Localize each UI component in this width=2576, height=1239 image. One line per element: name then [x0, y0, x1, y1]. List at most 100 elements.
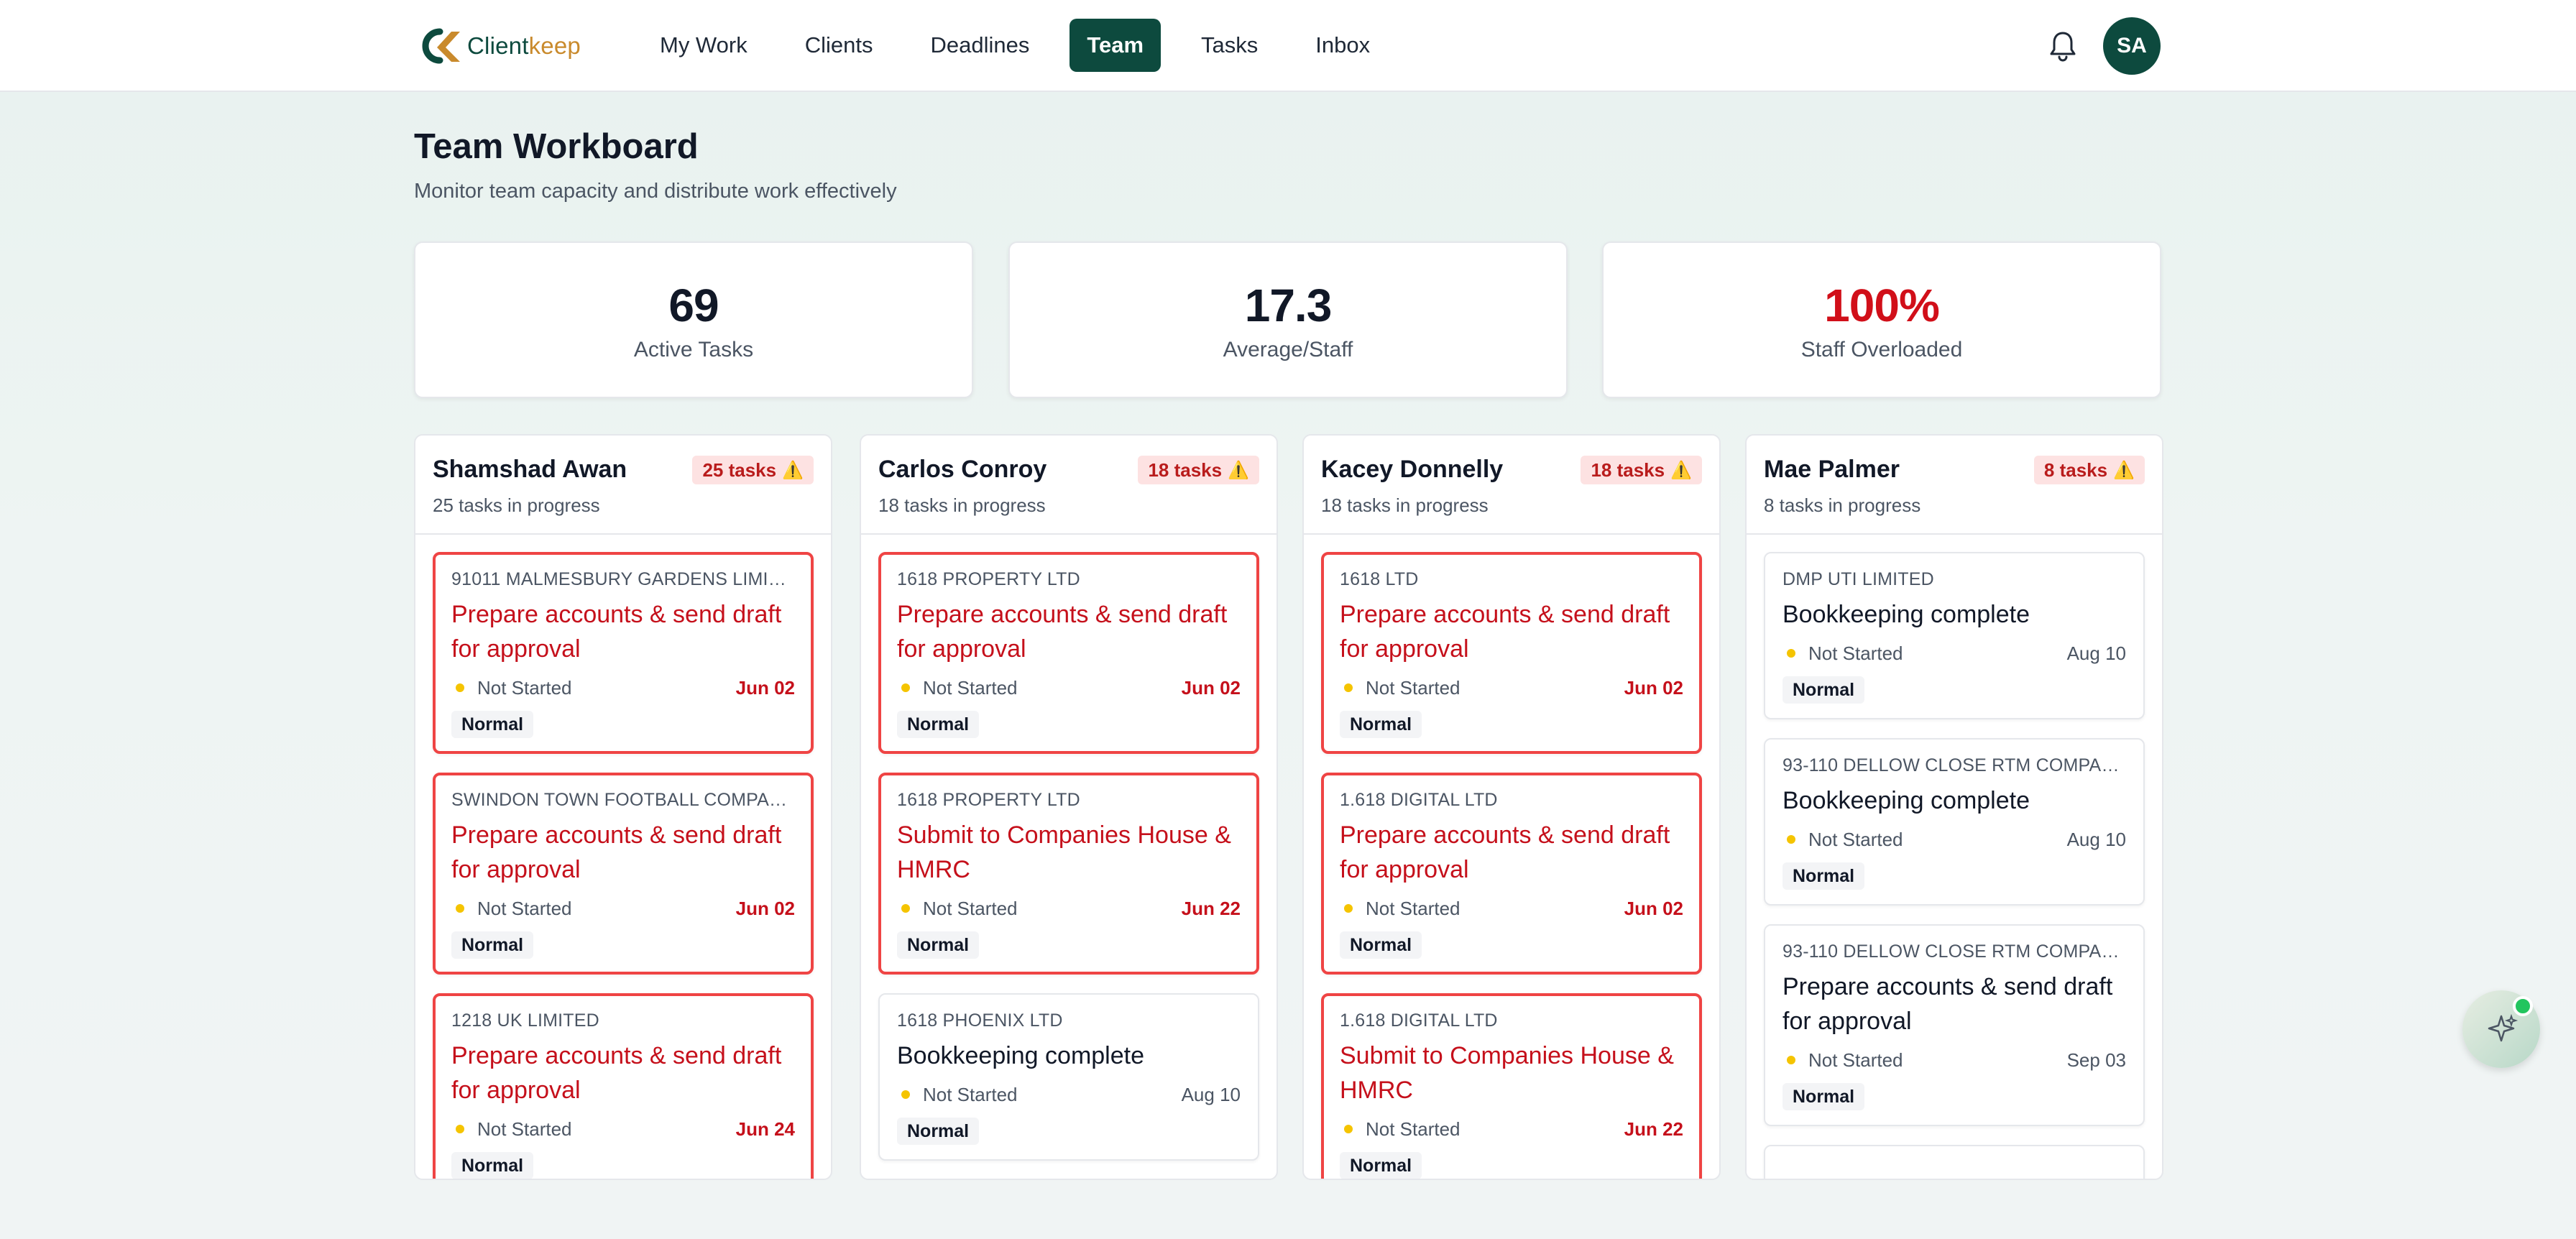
task-status: Not Started — [1366, 897, 1460, 919]
stat-label: Average/Staff — [1223, 338, 1353, 361]
nav-deadlines[interactable]: Deadlines — [913, 19, 1046, 72]
staff-tasks-in-progress: 25 tasks in progress — [433, 494, 600, 516]
task-meta: Not Started Jun 22 — [897, 897, 1241, 920]
task-title: Prepare accounts & send draft for approv… — [1340, 601, 1670, 663]
task-card[interactable]: 93-110 DELLOW CLOSE RTM COMPANY LIMITED … — [1764, 738, 2145, 906]
task-due-date: Sep 03 — [2066, 1049, 2126, 1071]
stat-value: 100% — [1824, 280, 1940, 331]
clientkeep-logo-icon — [422, 28, 460, 64]
task-meta: Not Started Jun 02 — [1340, 897, 1683, 920]
task-meta: Not Started Sep 03 — [1782, 1049, 2126, 1072]
staff-column-header: Shamshad Awan 25 tasks ⚠️ 25 tasks in pro… — [415, 436, 831, 535]
task-meta: Not Started Aug 10 — [897, 1083, 1241, 1106]
task-list: 1618 LTD Prepare accounts & send draft f… — [1304, 535, 1719, 1179]
nav-tasks[interactable]: Tasks — [1184, 19, 1275, 72]
task-client: 1618 PROPERTY LTD — [897, 569, 1080, 589]
task-client: SWINDON TOWN FOOTBALL COMPANY LIMITED — [451, 790, 795, 810]
logo[interactable]: Clientkeep — [415, 26, 581, 66]
task-title: Submit to Companies House & HMRC — [897, 821, 1231, 883]
status-dot-icon — [456, 904, 464, 913]
staff-column: Kacey Donnelly 18 tasks ⚠️ 18 tasks in pr… — [1302, 434, 1721, 1180]
task-status: Not Started — [477, 1118, 572, 1140]
task-priority-badge: Normal — [1782, 676, 1865, 704]
task-status: Not Started — [1808, 642, 1903, 664]
stat-active-tasks: 69 Active Tasks — [414, 241, 973, 398]
task-client: 93-110 DELLOW CLOSE RTM COMPANY LIMITED — [1782, 755, 2126, 775]
status-dot-icon — [1344, 683, 1353, 692]
stat-value: 69 — [668, 280, 719, 331]
task-due-date: Jun 24 — [735, 1118, 795, 1140]
task-due-date: Jun 02 — [1624, 897, 1683, 919]
nav-inbox[interactable]: Inbox — [1298, 19, 1387, 72]
task-status: Not Started — [923, 897, 1018, 919]
task-list: 91011 MALMESBURY GARDENS LIMITED Prepare… — [415, 535, 831, 1179]
task-status: Not Started — [923, 676, 1018, 699]
task-priority-badge: Normal — [1340, 711, 1422, 738]
task-card[interactable]: 1618 PROPERTY LTD Prepare accounts & sen… — [878, 552, 1259, 754]
page-title: Team Workboard — [414, 127, 699, 166]
status-dot-icon — [1787, 1056, 1795, 1064]
task-card[interactable]: 1618 LTD Prepare accounts & send draft f… — [1321, 552, 1702, 754]
task-priority-badge: Normal — [1782, 862, 1865, 890]
task-status: Not Started — [1366, 676, 1460, 699]
staff-tasks-in-progress: 18 tasks in progress — [878, 494, 1046, 516]
staff-tasks-in-progress: 18 tasks in progress — [1321, 494, 1489, 516]
task-card[interactable]: 1618 PROPERTY LTD Submit to Companies Ho… — [878, 773, 1259, 975]
task-card[interactable]: 1218 UK LIMITED Prepare accounts & send … — [433, 993, 814, 1179]
task-title: Prepare accounts & send draft for approv… — [1340, 821, 1670, 883]
task-client: 1618 PROPERTY LTD — [897, 790, 1080, 810]
task-client: 1218 UK LIMITED — [451, 1010, 599, 1031]
task-card[interactable]: DMP UTI LIMITED Bookkeeping complete Not… — [1764, 552, 2145, 719]
task-priority-badge: Normal — [1340, 1152, 1422, 1179]
task-client: DMP UTI LIMITED — [1782, 569, 1934, 589]
task-title: Prepare accounts & send draft for approv… — [451, 1042, 782, 1104]
task-title: Bookkeeping complete — [897, 1042, 1145, 1069]
nav-team[interactable]: Team — [1070, 19, 1162, 72]
status-dot-icon — [1344, 904, 1353, 913]
task-priority-badge: Normal — [897, 711, 980, 738]
task-card[interactable]: 1618 PHOENIX LTD Bookkeeping complete No… — [878, 993, 1259, 1161]
warning-icon: ⚠️ — [1228, 460, 1249, 480]
task-priority-badge: Normal — [451, 711, 534, 738]
staff-column: Carlos Conroy 18 tasks ⚠️ 18 tasks in pro… — [860, 434, 1278, 1180]
warning-icon: ⚠️ — [2113, 460, 2135, 480]
task-card[interactable]: 91011 MALMESBURY GARDENS LIMITED Prepare… — [433, 552, 814, 754]
task-meta: Not Started Jun 02 — [1340, 676, 1683, 699]
task-card[interactable]: SWINDON TOWN FOOTBALL COMPANY LIMITED Pr… — [433, 773, 814, 975]
task-due-date: Jun 22 — [1181, 897, 1241, 919]
task-meta: Not Started Aug 10 — [1782, 828, 2126, 851]
task-due-date: Aug 10 — [1181, 1083, 1241, 1105]
task-title: Prepare accounts & send draft for approv… — [451, 601, 782, 663]
task-status: Not Started — [1808, 828, 1903, 850]
staff-column-header: Mae Palmer 8 tasks ⚠️ 8 tasks in progress — [1747, 436, 2162, 535]
bell-icon — [2050, 32, 2076, 62]
nav-my-work[interactable]: My Work — [643, 19, 765, 72]
task-title: Prepare accounts & send draft for approv… — [1782, 973, 2113, 1035]
nav-clients[interactable]: Clients — [788, 19, 891, 72]
user-avatar[interactable]: SA — [2103, 17, 2161, 75]
task-status: Not Started — [923, 1083, 1018, 1105]
staff-name: Carlos Conroy — [878, 456, 1047, 483]
stat-label: Active Tasks — [633, 338, 754, 361]
task-status: Not Started — [1808, 1049, 1903, 1071]
task-due-date: Jun 02 — [1624, 676, 1683, 699]
task-client: 93-110 DELLOW CLOSE RTM COMPANY LIMITED — [1782, 941, 2126, 962]
task-card[interactable] — [1764, 1145, 2145, 1179]
task-status: Not Started — [477, 897, 572, 919]
task-card[interactable]: 1.618 DIGITAL LTD Prepare accounts & sen… — [1321, 773, 1702, 975]
task-title: Submit to Companies House & HMRC — [1340, 1042, 1674, 1104]
task-meta: Not Started Aug 10 — [1782, 642, 2126, 665]
task-card[interactable]: 93-110 DELLOW CLOSE RTM COMPANY LIMITED … — [1764, 924, 2145, 1126]
task-title: Bookkeeping complete — [1782, 787, 2030, 814]
page-subtitle: Monitor team capacity and distribute wor… — [414, 180, 897, 203]
task-card[interactable]: 1.618 DIGITAL LTD Submit to Companies Ho… — [1321, 993, 1702, 1179]
staff-column-header: Carlos Conroy 18 tasks ⚠️ 18 tasks in pro… — [861, 436, 1276, 535]
sparkle-icon — [2488, 1013, 2518, 1042]
status-dot-icon — [456, 683, 464, 692]
staff-column: Shamshad Awan 25 tasks ⚠️ 25 tasks in pro… — [414, 434, 832, 1180]
warning-icon: ⚠️ — [1670, 460, 1692, 480]
staff-tasks-in-progress: 8 tasks in progress — [1764, 494, 1921, 516]
staff-name: Mae Palmer — [1764, 456, 1900, 483]
top-navigation: Clientkeep My Work Clients Deadlines Tea… — [0, 0, 2576, 92]
notifications-button[interactable] — [2047, 29, 2079, 63]
